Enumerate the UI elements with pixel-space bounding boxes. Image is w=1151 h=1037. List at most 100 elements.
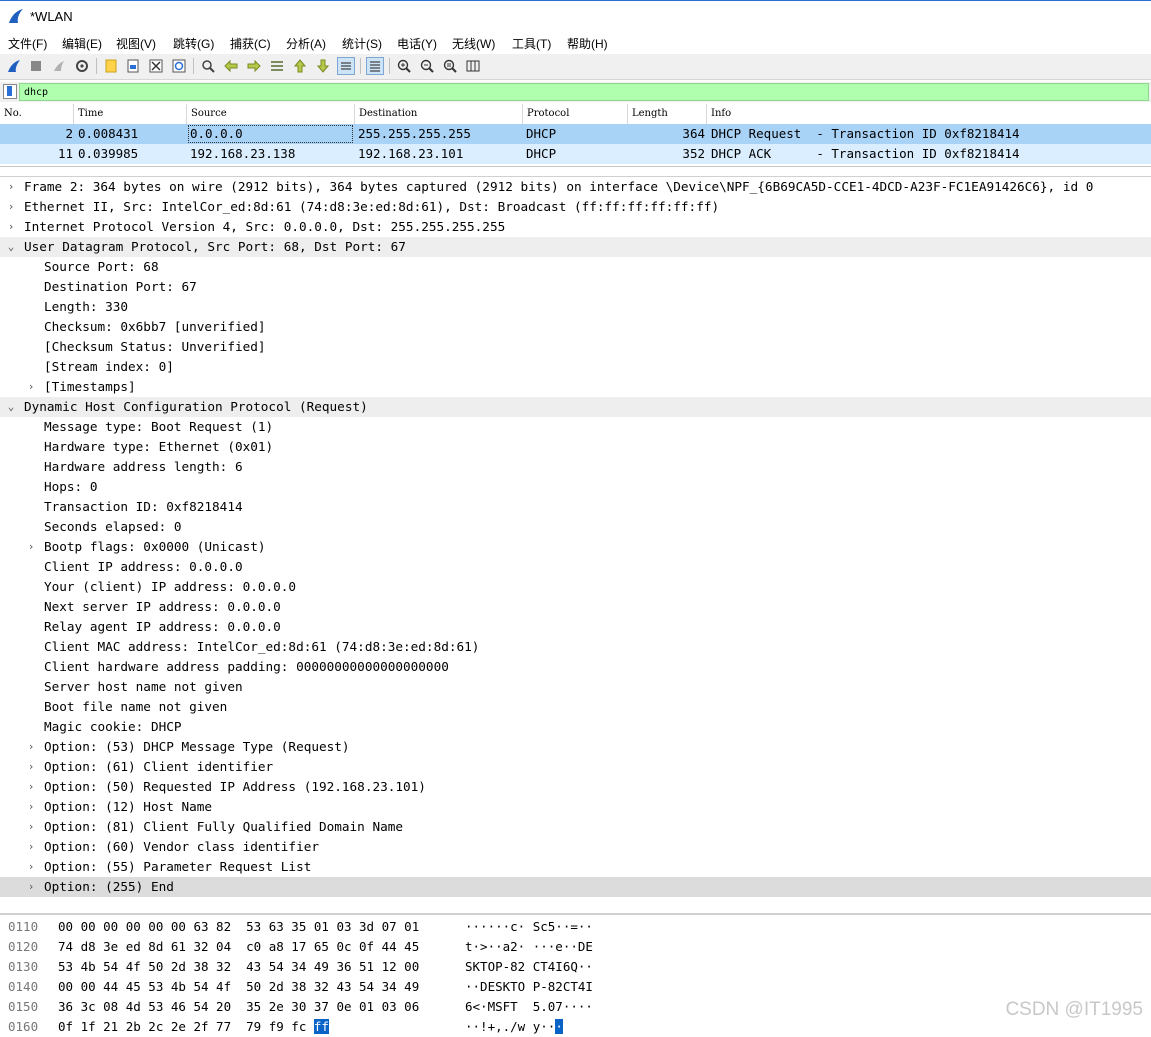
collapse-arrow-icon[interactable]: ›	[25, 877, 37, 897]
collapse-arrow-icon[interactable]: ›	[25, 837, 37, 857]
go-back-icon[interactable]	[222, 57, 240, 75]
collapse-arrow-icon[interactable]: ›	[25, 817, 37, 837]
tree-node[interactable]: Client MAC address: IntelCor_ed:8d:61 (7…	[0, 637, 1151, 657]
find-packet-icon[interactable]	[199, 57, 217, 75]
expand-arrow-icon[interactable]: ⌄	[5, 397, 17, 417]
collapse-arrow-icon[interactable]: ›	[25, 777, 37, 797]
menu-view[interactable]: 视图(V)	[116, 35, 156, 52]
menu-statistics[interactable]: 统计(S)	[342, 35, 382, 52]
collapse-arrow-icon[interactable]: ›	[25, 737, 37, 757]
hex-dump-row[interactable]: 0140 00 00 44 45 53 4b 54 4f 50 2d 38 32 …	[0, 977, 1151, 997]
menu-edit[interactable]: 编辑(E)	[62, 35, 102, 52]
tree-node[interactable]: › Internet Protocol Version 4, Src: 0.0.0…	[0, 217, 1151, 237]
packet-row[interactable]: 2 0.008431 0.0.0.0 255.255.255.255 DHCP …	[0, 124, 1151, 144]
column-header-source[interactable]: Source	[187, 104, 355, 124]
collapse-arrow-icon[interactable]: ›	[25, 857, 37, 877]
tree-node[interactable]: [Stream index: 0]	[0, 357, 1151, 377]
column-header-info[interactable]: Info	[707, 104, 1151, 124]
packet-row[interactable]: 11 0.039985 192.168.23.138 192.168.23.10…	[0, 144, 1151, 164]
tree-node[interactable]: Next server IP address: 0.0.0.0	[0, 597, 1151, 617]
hex-dump-row[interactable]: 0120 74 d8 3e ed 8d 61 32 04 c0 a8 17 65 …	[0, 937, 1151, 957]
menu-file[interactable]: 文件(F)	[8, 35, 47, 52]
tree-node[interactable]: Seconds elapsed: 0	[0, 517, 1151, 537]
column-header-length[interactable]: Length	[628, 104, 707, 124]
hex-dump-row[interactable]: 0150 36 3c 08 4d 53 46 54 20 35 2e 30 37 …	[0, 997, 1151, 1017]
tree-node[interactable]: › Frame 2: 364 bytes on wire (2912 bits),…	[0, 177, 1151, 197]
go-last-icon[interactable]	[314, 57, 332, 75]
go-forward-icon[interactable]	[245, 57, 263, 75]
tree-node[interactable]: Source Port: 68	[0, 257, 1151, 277]
column-header-no[interactable]: No.	[0, 104, 74, 124]
menu-tools[interactable]: 工具(T)	[512, 35, 551, 52]
tree-node[interactable]: › Option: (61) Client identifier	[0, 757, 1151, 777]
collapse-arrow-icon[interactable]: ›	[25, 537, 37, 557]
menu-analyze[interactable]: 分析(A)	[286, 35, 326, 52]
tree-node[interactable]: › [Timestamps]	[0, 377, 1151, 397]
save-file-icon[interactable]	[124, 57, 142, 75]
tree-node[interactable]: Boot file name not given	[0, 697, 1151, 717]
tree-node[interactable]: › Option: (55) Parameter Request List	[0, 857, 1151, 877]
restart-icon[interactable]	[50, 57, 68, 75]
tree-node[interactable]: Message type: Boot Request (1)	[0, 417, 1151, 437]
tree-node[interactable]: › Bootp flags: 0x0000 (Unicast)	[0, 537, 1151, 557]
display-filter-input[interactable]: dhcp	[19, 83, 1149, 101]
hex-dump-row[interactable]: 0110 00 00 00 00 00 00 63 82 53 63 35 01 …	[0, 917, 1151, 937]
tree-node[interactable]: Server host name not given	[0, 677, 1151, 697]
tree-node[interactable]: ⌄ Dynamic Host Configuration Protocol (Re…	[0, 397, 1151, 417]
column-header-time[interactable]: Time	[74, 104, 187, 124]
reload-icon[interactable]	[170, 57, 188, 75]
tree-node[interactable]: ⌄ User Datagram Protocol, Src Port: 68, D…	[0, 237, 1151, 257]
go-first-icon[interactable]	[291, 57, 309, 75]
collapse-arrow-icon[interactable]: ›	[5, 217, 17, 237]
tree-node[interactable]: Client IP address: 0.0.0.0	[0, 557, 1151, 577]
zoom-in-icon[interactable]	[395, 57, 413, 75]
column-header-protocol[interactable]: Protocol	[523, 104, 628, 124]
expand-arrow-icon[interactable]: ⌄	[5, 237, 17, 257]
colorize-icon[interactable]	[366, 57, 384, 75]
menu-go[interactable]: 跳转(G)	[173, 35, 214, 52]
hex-dump-row[interactable]: 0160 0f 1f 21 2b 2c 2e 2f 77 79 f9 fc ff ·…	[0, 1017, 1151, 1037]
menu-help[interactable]: 帮助(H)	[567, 35, 608, 52]
options-gear-icon[interactable]	[73, 57, 91, 75]
tree-node[interactable]: Hops: 0	[0, 477, 1151, 497]
stop-icon[interactable]	[27, 57, 45, 75]
close-file-icon[interactable]	[147, 57, 165, 75]
collapse-arrow-icon[interactable]: ›	[5, 177, 17, 197]
menu-wireless[interactable]: 无线(W)	[452, 35, 495, 52]
tree-node[interactable]: Relay agent IP address: 0.0.0.0	[0, 617, 1151, 637]
open-file-icon[interactable]	[102, 57, 120, 75]
ascii-bytes: 6<·MSFT 5.07····	[465, 997, 593, 1017]
menu-telephony[interactable]: 电话(Y)	[397, 35, 437, 52]
tree-node[interactable]: Checksum: 0x6bb7 [unverified]	[0, 317, 1151, 337]
collapse-arrow-icon[interactable]: ›	[25, 797, 37, 817]
shark-fin-start-icon[interactable]	[5, 57, 23, 75]
bookmark-icon[interactable]	[3, 84, 17, 99]
tree-node[interactable]: Client hardware address padding: 0000000…	[0, 657, 1151, 677]
tree-node[interactable]: › Option: (60) Vendor class identifier	[0, 837, 1151, 857]
tree-node[interactable]: › Option: (50) Requested IP Address (192.…	[0, 777, 1151, 797]
tree-node[interactable]: Hardware address length: 6	[0, 457, 1151, 477]
tree-node[interactable]: › Option: (12) Host Name	[0, 797, 1151, 817]
tree-node[interactable]: Transaction ID: 0xf8218414	[0, 497, 1151, 517]
menu-capture[interactable]: 捕获(C)	[230, 35, 271, 52]
go-to-packet-icon[interactable]	[268, 57, 286, 75]
column-header-destination[interactable]: Destination	[355, 104, 523, 124]
collapse-arrow-icon[interactable]: ›	[25, 377, 37, 397]
tree-node[interactable]: › Ethernet II, Src: IntelCor_ed:8d:61 (74…	[0, 197, 1151, 217]
tree-node[interactable]: › Option: (255) End	[0, 877, 1151, 897]
collapse-arrow-icon[interactable]: ›	[25, 757, 37, 777]
tree-node[interactable]: › Option: (53) DHCP Message Type (Request…	[0, 737, 1151, 757]
tree-node[interactable]: Length: 330	[0, 297, 1151, 317]
tree-node[interactable]: Your (client) IP address: 0.0.0.0	[0, 577, 1151, 597]
tree-node[interactable]: Destination Port: 67	[0, 277, 1151, 297]
zoom-out-icon[interactable]	[418, 57, 436, 75]
tree-node[interactable]: Hardware type: Ethernet (0x01)	[0, 437, 1151, 457]
tree-node[interactable]: Magic cookie: DHCP	[0, 717, 1151, 737]
autoscroll-icon[interactable]	[337, 57, 355, 75]
hex-dump-row[interactable]: 0130 53 4b 54 4f 50 2d 38 32 43 54 34 49 …	[0, 957, 1151, 977]
tree-node[interactable]: › Option: (81) Client Fully Qualified Dom…	[0, 817, 1151, 837]
collapse-arrow-icon[interactable]: ›	[5, 197, 17, 217]
resize-columns-icon[interactable]	[464, 57, 482, 75]
normal-size-icon[interactable]	[441, 57, 459, 75]
tree-node[interactable]: [Checksum Status: Unverified]	[0, 337, 1151, 357]
